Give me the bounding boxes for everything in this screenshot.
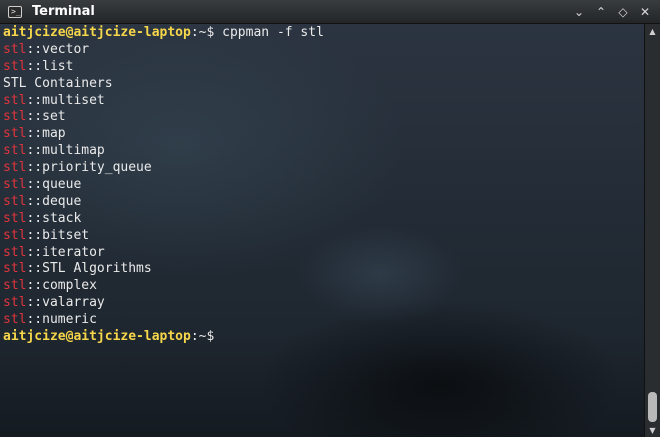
result-line: stl::deque [3,194,324,211]
result-name: valarray [42,295,105,311]
scope-separator: :: [26,126,43,142]
result-line: stl::iterator [3,245,324,262]
namespace-keyword: stl [3,312,27,328]
scroll-down-arrow-icon[interactable]: ▼ [645,423,660,437]
prompt-path: :~$ [190,329,215,345]
prompt-path: :~$ [190,25,215,40]
namespace-keyword: stl [3,295,27,311]
result-line: stl::stack [3,211,324,228]
scope-separator: :: [26,177,43,193]
scope-separator: :: [26,227,43,243]
result-line: stl::map [3,126,324,143]
result-line: stl::STL Algorithms [3,261,324,278]
result-line: stl::multiset [3,93,324,110]
result-name: iterator [42,244,105,260]
title-bar[interactable]: >_ Terminal ⌄ ⌃ ◇ ✕ [0,0,660,24]
final-prompt-line: aitjcize@aitjcize-laptop:~$ [3,329,324,346]
result-name: set [42,109,66,125]
result-name: vector [42,41,90,57]
result-name: stack [42,210,82,226]
scroll-up-arrow-icon[interactable]: ▲ [645,24,660,38]
scope-separator: :: [26,143,43,159]
namespace-keyword: stl [3,58,27,74]
close-button[interactable]: ✕ [634,3,656,21]
scrollbar-thumb[interactable] [648,392,657,422]
scrollbar[interactable]: ▲ ▼ [644,24,660,437]
scope-separator: :: [26,261,43,277]
window-menu-button[interactable]: ⌄ [568,3,590,21]
scope-separator: :: [26,278,43,294]
result-line: STL Containers [3,76,324,93]
namespace-keyword: stl [3,41,27,57]
result-line: stl::complex [3,278,324,295]
namespace-keyword: stl [3,193,27,209]
namespace-keyword: stl [3,92,27,108]
namespace-keyword: stl [3,177,27,193]
scope-separator: :: [26,92,43,108]
result-name: deque [42,193,82,209]
namespace-keyword: stl [3,143,27,159]
scope-separator: :: [26,244,43,260]
result-line: stl::numeric [3,312,324,329]
result-line: stl::list [3,59,324,76]
namespace-keyword: stl [3,244,27,260]
result-name: priority_queue [42,160,152,176]
scope-separator: :: [26,58,43,74]
result-name: STL Algorithms [42,261,152,277]
namespace-keyword: stl [3,227,27,243]
result-name: map [42,126,66,142]
scope-separator: :: [26,41,43,57]
result-name: complex [42,278,97,294]
result-line: stl::priority_queue [3,160,324,177]
prompt-user-host: aitjcize@aitjcize-laptop [3,329,191,345]
scope-separator: :: [26,109,43,125]
result-line: stl::vector [3,42,324,59]
namespace-keyword: stl [3,261,27,277]
result-line: stl::bitset [3,228,324,245]
result-line: stl::set [3,109,324,126]
result-name: STL Containers [3,75,113,91]
scope-separator: :: [26,210,43,226]
result-name: multimap [42,143,105,159]
namespace-keyword: stl [3,278,27,294]
maximize-button[interactable]: ◇ [612,3,634,21]
namespace-keyword: stl [3,160,27,176]
result-line: stl::queue [3,177,324,194]
scope-separator: :: [26,160,43,176]
result-name: queue [42,177,82,193]
terminal-output[interactable]: aitjcize@aitjcize-laptop:~$ cppman -f st… [0,24,644,437]
command-line: aitjcize@aitjcize-laptop:~$ cppman -f st… [3,25,324,42]
scope-separator: :: [26,193,43,209]
terminal-window: >_ Terminal ⌄ ⌃ ◇ ✕ aitjcize@aitjcize-la… [0,0,660,437]
result-name: numeric [42,312,97,328]
namespace-keyword: stl [3,126,27,142]
result-name: multiset [42,92,105,108]
prompt-user-host: aitjcize@aitjcize-laptop [3,25,191,40]
result-name: bitset [42,227,90,243]
command-text: cppman -f stl [214,25,324,40]
scope-separator: :: [26,312,43,328]
terminal-lines: aitjcize@aitjcize-laptop:~$ cppman -f st… [3,25,324,346]
namespace-keyword: stl [3,210,27,226]
namespace-keyword: stl [3,109,27,125]
result-name: list [42,58,74,74]
result-line: stl::multimap [3,143,324,160]
window-title: Terminal [32,4,95,19]
result-line: stl::valarray [3,295,324,312]
scope-separator: :: [26,295,43,311]
minimize-button[interactable]: ⌃ [590,3,612,21]
terminal-app-icon: >_ [8,5,22,18]
